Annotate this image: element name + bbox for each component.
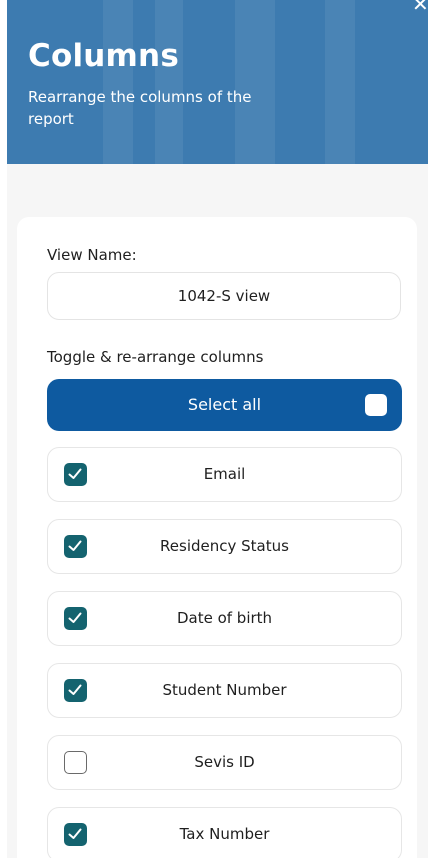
columns-header: Columns Rearrange the columns of the rep… [7,0,428,164]
column-label: Email [203,465,246,483]
column-row-date-of-birth[interactable]: Date of birth [47,591,402,646]
column-row-residency-status[interactable]: Residency Status [47,519,402,574]
view-name-label: View Name: [47,246,137,264]
page-subtitle: Rearrange the columns of the report [28,88,252,128]
column-label: Date of birth [176,609,273,627]
left-edge [0,0,7,858]
column-label: Sevis ID [194,753,255,771]
page-title: Columns [28,38,179,74]
select-all-button[interactable]: Select all [47,379,402,431]
view-name-input[interactable] [47,272,401,320]
select-all-checkbox[interactable] [365,394,387,416]
close-icon[interactable]: ✕ [412,0,428,14]
column-row-sevis-id[interactable]: Sevis ID [47,735,402,790]
column-row-email[interactable]: Email [47,447,402,502]
column-label: Residency Status [160,537,289,555]
toggle-columns-label: Toggle & re-arrange columns [47,348,264,366]
column-label: Student Number [162,681,287,699]
column-row-tax-number[interactable]: Tax Number [47,807,402,858]
column-row-student-number[interactable]: Student Number [47,663,402,718]
column-label: Tax Number [179,825,270,843]
select-all-label: Select all [187,395,262,414]
